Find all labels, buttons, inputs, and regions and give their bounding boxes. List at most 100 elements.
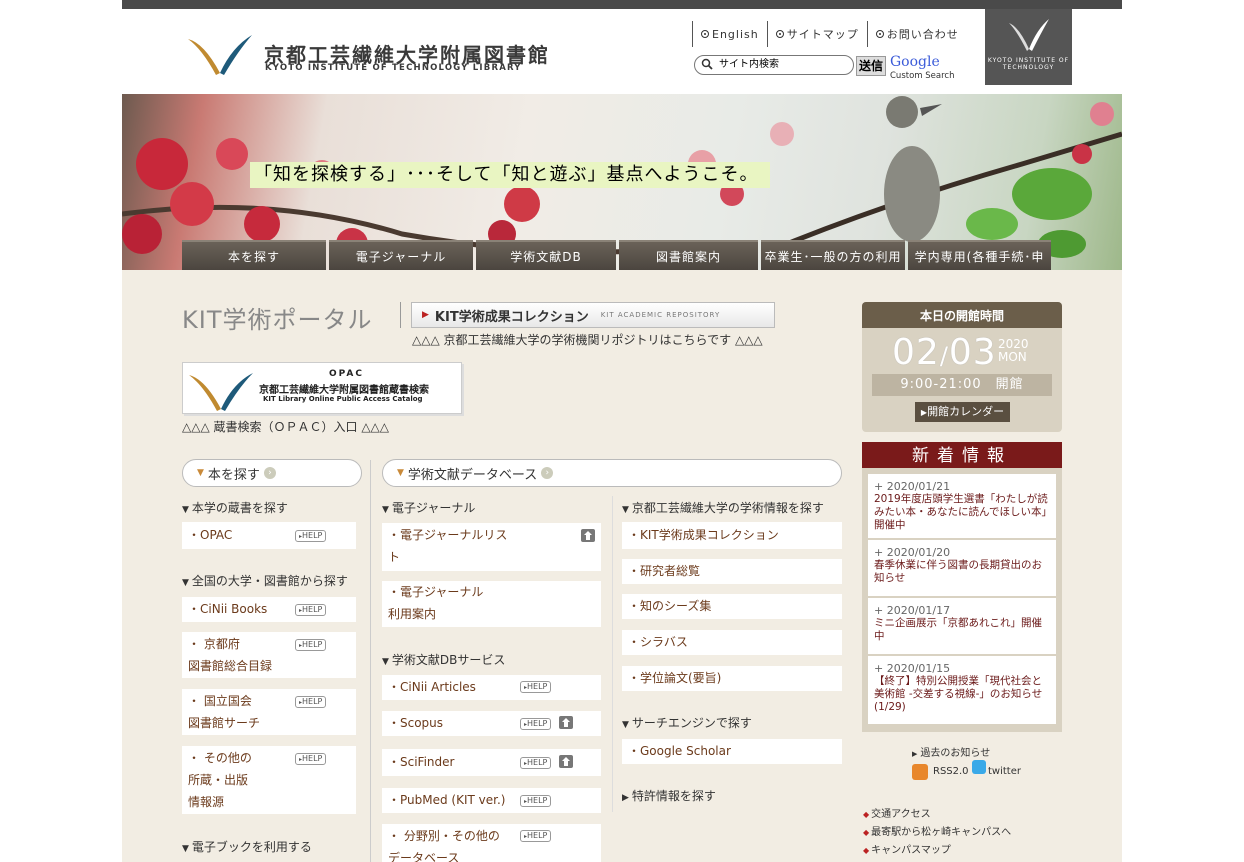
syllabus-link[interactable]: ・シラバス [622, 630, 842, 655]
section-kit-info: ▼ 京都工芸繊維大学の学術情報を探す [622, 501, 824, 515]
pubmed-link[interactable]: ・PubMed (KIT ver.) HELP [382, 788, 601, 813]
english-link[interactable]: English [692, 21, 767, 47]
find-books-pill[interactable]: ▼ 本を探す › [182, 459, 362, 487]
other-databases-link[interactable]: ・ 分野別・その他のデータベース HELP [382, 824, 601, 862]
twitter-link[interactable]: twitter [988, 766, 1021, 777]
help-button[interactable]: HELP [520, 830, 552, 842]
search-submit-button[interactable]: 送信 [856, 56, 886, 76]
campus-map-link[interactable]: ◆ キャンパスマップ [863, 841, 951, 856]
custom-search-label: Custom Search [890, 71, 955, 81]
scopus-link[interactable]: ・Scopus HELP [382, 711, 601, 736]
site-header: 京都工芸繊維大学附属図書館 KYOTO INSTITUTE OF TECHNOL… [122, 9, 1122, 94]
diamond-icon: ◆ [863, 828, 870, 837]
search-icon [701, 58, 713, 70]
rss-icon[interactable] [912, 764, 928, 780]
help-button[interactable]: HELP [295, 530, 327, 542]
help-button[interactable]: HELP [295, 639, 327, 651]
nav-library-guide[interactable]: 図書館案内 [619, 240, 758, 270]
scifinder-link[interactable]: ・SciFinder HELP [382, 749, 601, 776]
diamond-icon: ◆ [863, 846, 870, 855]
library-logo-icon [189, 373, 253, 411]
home-icon [559, 755, 573, 768]
triangle-right-icon: ▶ [912, 750, 918, 758]
top-bar [122, 0, 1122, 9]
news-title: 新着情報 [862, 442, 1062, 468]
nav-find-books[interactable]: 本を探す [182, 240, 326, 270]
repository-sublabel: KIT ACADEMIC REPOSITORY [600, 311, 721, 319]
section-ebooks: ▼ 電子ブックを利用する [182, 840, 312, 854]
section-db-services: ▼ 学術文献DBサービス [382, 653, 506, 667]
help-button[interactable]: HELP [295, 753, 327, 765]
kyoto-union-catalog-link[interactable]: ・ 京都府図書館総合目録 HELP [182, 632, 356, 678]
triangle-down-icon: ▼ [182, 505, 189, 515]
ejournal-list-link[interactable]: ・電子ジャーナルリスト [382, 523, 601, 571]
news-item[interactable]: + 2020/01/15 【終了】特別公開授業「現代社会と美術館 -交差する視線-… [868, 656, 1056, 724]
sitemap-link[interactable]: サイトマップ [766, 21, 867, 47]
diamond-icon: ◆ [863, 810, 870, 819]
ndl-search-link[interactable]: ・ 国立国会図書館サーチ HELP [182, 689, 356, 735]
ejournal-guide-link[interactable]: ・電子ジャーナル 利用案内 [382, 581, 601, 627]
help-button[interactable]: HELP [295, 604, 327, 616]
opac-title: OPAC [329, 369, 364, 379]
triangle-down-icon: ▼ [397, 468, 404, 478]
google-logo: Google [890, 54, 940, 70]
help-button[interactable]: HELP [295, 696, 327, 708]
nearest-station-link[interactable]: ◆ 最寄駅から松ヶ崎キャンパスへ [863, 823, 1011, 838]
help-button[interactable]: HELP [520, 718, 552, 730]
cinii-articles-link[interactable]: ・CiNii Articles HELP [382, 675, 601, 700]
researcher-directory-link[interactable]: ・研究者総覧 [622, 559, 842, 584]
arrow-circle-icon: › [541, 467, 554, 479]
section-own-collection: ▼ 本学の蔵書を探す [182, 501, 288, 515]
calendar-button[interactable]: ▶開館カレンダー [915, 402, 1010, 422]
access-link[interactable]: ◆ 交通アクセス [863, 805, 931, 820]
nav-literature-db[interactable]: 学術文献DB [476, 240, 616, 270]
column-divider [370, 460, 371, 862]
today-date: 02/03 [892, 332, 997, 373]
opac-banner-button[interactable]: OPAC 京都工芸繊維大学附属図書館蔵書検索 KIT Library Onlin… [182, 362, 462, 414]
news-item[interactable]: + 2020/01/20 春季休業に伴う図書の長期貸出のお知らせ [868, 540, 1056, 596]
divider [400, 302, 401, 328]
twitter-icon[interactable] [972, 760, 986, 774]
library-logo-icon[interactable] [186, 33, 254, 77]
portal-title: KIT学術ポータル [182, 306, 373, 334]
triangle-down-icon: ▼ [382, 505, 389, 515]
column-divider [612, 496, 613, 812]
other-sources-link[interactable]: ・ その他の所蔵・出版情報源 HELP [182, 746, 356, 814]
news-item[interactable]: + 2020/01/17 ミニ企画展示「京都あれこれ」開催中 [868, 598, 1056, 654]
help-button[interactable]: HELP [520, 757, 552, 769]
header-links: English サイトマップ お問い合わせ [692, 17, 967, 51]
section-search-engines: ▼ サーチエンジンで探す [622, 716, 752, 730]
hours-title: 本日の開館時間 [862, 302, 1062, 328]
nav-internal-only[interactable]: 学内専用(各種手続･申込) [908, 240, 1051, 294]
hours-time: 9:00-21:00 開館 [872, 374, 1052, 396]
opening-hours-panel: 本日の開館時間 02/03 2020 MON 9:00-21:00 開館 ▶開館カ… [862, 302, 1062, 432]
bullet-icon [775, 30, 784, 38]
repository-label: KIT学術成果コレクション [434, 309, 589, 325]
patent-search-link[interactable]: ▶ 特許情報を探す [622, 787, 716, 804]
kit-repository-link[interactable]: ・KIT学術成果コレクション [622, 522, 842, 549]
literature-db-pill[interactable]: ▼ 学術文献データベース › [382, 459, 842, 487]
opac-link[interactable]: ・OPAC HELP [182, 522, 356, 549]
help-button[interactable]: HELP [520, 795, 552, 807]
seeds-collection-link[interactable]: ・知のシーズ集 [622, 594, 842, 619]
kit-badge-text: KYOTO INSTITUTE OF TECHNOLOGY [987, 57, 1070, 71]
past-news-link[interactable]: ▶ 過去のお知らせ [912, 744, 990, 759]
arrow-right-icon: ▶ [422, 310, 429, 320]
triangle-down-icon: ▼ [622, 720, 629, 730]
repository-button[interactable]: ▶ KIT学術成果コレクション KIT ACADEMIC REPOSITORY [411, 302, 775, 328]
rss-link[interactable]: RSS2.0 [933, 766, 969, 777]
site-search-input[interactable]: サイト内検索 [694, 55, 854, 75]
help-button[interactable]: HELP [520, 681, 552, 693]
nav-ejournals[interactable]: 電子ジャーナル [329, 240, 473, 270]
today-year-dow: 2020 MON [998, 337, 1029, 364]
nav-alumni-public[interactable]: 卒業生･一般の方の利用 [761, 240, 905, 270]
google-scholar-link[interactable]: ・Google Scholar [622, 739, 842, 764]
cinii-books-link[interactable]: ・CiNii Books HELP [182, 597, 356, 622]
home-icon [581, 529, 595, 542]
thesis-abstracts-link[interactable]: ・学位論文(要旨) [622, 666, 842, 691]
kit-university-badge[interactable]: KYOTO INSTITUTE OF TECHNOLOGY [985, 9, 1072, 85]
news-item[interactable]: + 2020/01/21 2019年度店頭学生選書「わたしが読みたい本・あなたに読… [868, 474, 1056, 538]
contact-link[interactable]: お問い合わせ [866, 21, 967, 47]
triangle-right-icon: ▶ [622, 793, 629, 803]
bullet-icon [701, 30, 709, 38]
